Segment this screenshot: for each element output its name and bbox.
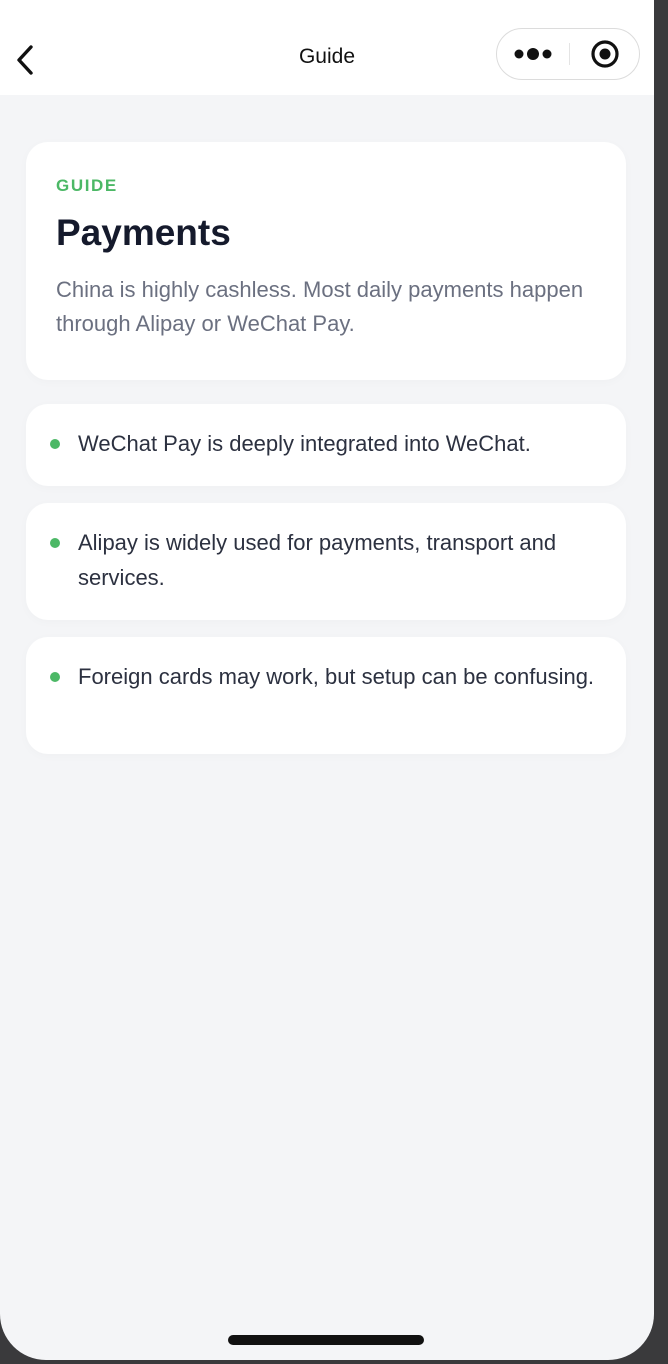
phone-screen: Guide GUIDE Payments China is highly cas… xyxy=(0,0,654,1360)
more-dots-icon xyxy=(514,47,552,60)
list-item: Foreign cards may work, but setup can be… xyxy=(26,637,626,754)
section-eyebrow: GUIDE xyxy=(56,176,118,195)
list-item-text: WeChat Pay is deeply integrated into WeC… xyxy=(78,431,531,456)
guide-title: Payments xyxy=(56,212,231,253)
list-item: WeChat Pay is deeply integrated into WeC… xyxy=(26,404,626,486)
guide-description: China is highly cashless. Most daily pay… xyxy=(56,277,584,336)
target-circle-icon xyxy=(590,39,619,68)
navigation-bar: Guide xyxy=(0,0,654,95)
list-item: Alipay is widely used for payments, tran… xyxy=(26,503,626,620)
mini-program-capsule xyxy=(496,28,640,80)
bullet-dot-icon xyxy=(50,538,60,548)
more-button[interactable] xyxy=(497,29,569,78)
close-button[interactable] xyxy=(570,29,639,78)
bullet-dot-icon xyxy=(50,672,60,682)
list-item-text: Foreign cards may work, but setup can be… xyxy=(78,664,595,689)
home-indicator[interactable] xyxy=(228,1335,424,1345)
bullet-dot-icon xyxy=(50,439,60,449)
list-item-text: Alipay is widely used for payments, tran… xyxy=(78,530,557,590)
guide-header-card: GUIDE Payments China is highly cashless.… xyxy=(26,142,626,380)
